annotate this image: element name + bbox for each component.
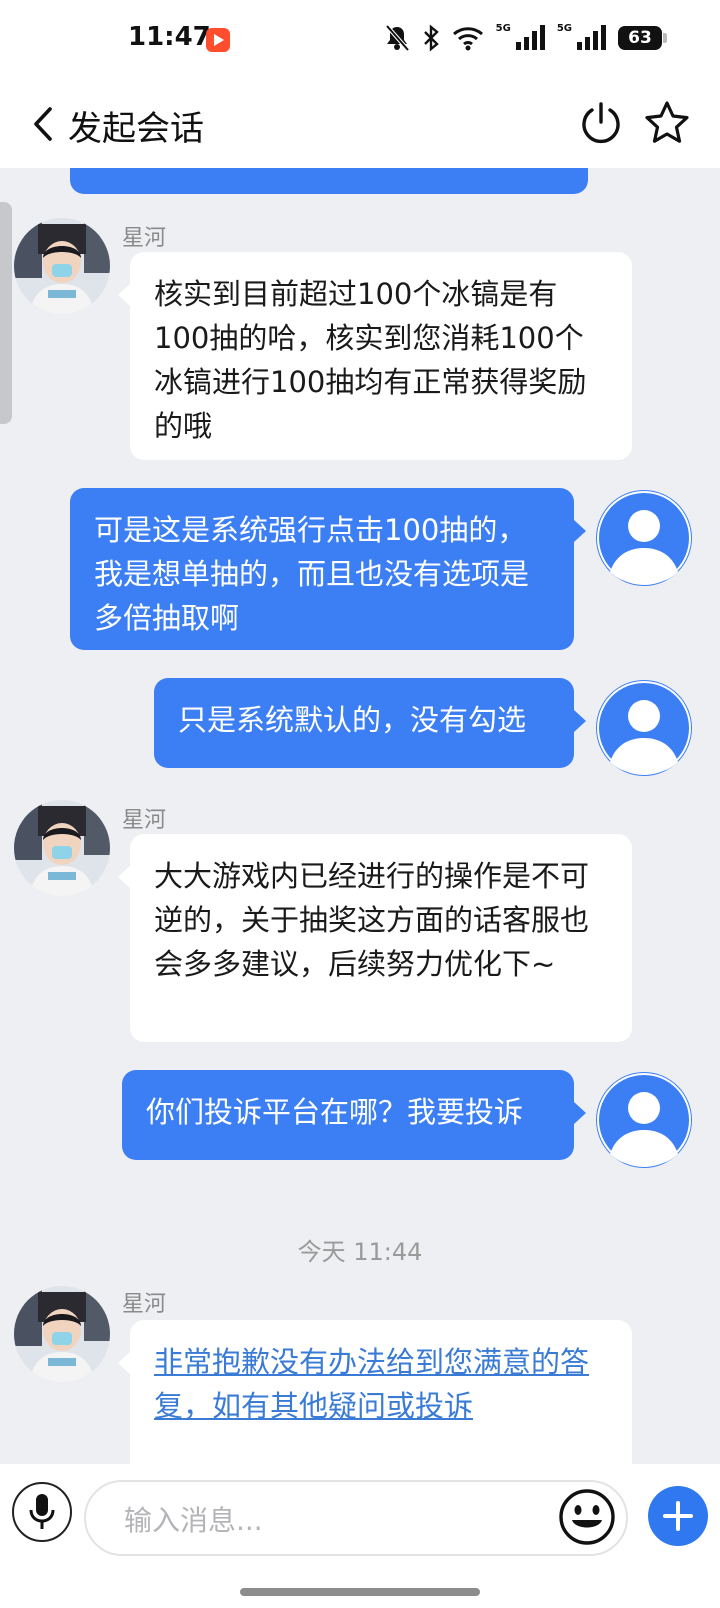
video-app-icon (206, 28, 230, 52)
bluetooth-icon (423, 24, 439, 52)
emoji-icon[interactable] (558, 1488, 616, 1546)
status-bar: 11:47 5G 5G 63 (0, 0, 720, 82)
agent-avatar[interactable] (14, 1286, 110, 1382)
microphone-icon (29, 1494, 55, 1529)
sender-name: 星河 (122, 1292, 167, 1317)
message-bubble-in[interactable]: 大大游戏内已经进行的操作是不可逆的，关于抽奖这方面的话客服也会多多建议，后续努力… (118, 834, 632, 1042)
message-text: 大大游戏内已经进行的操作是不可逆的，关于抽奖这方面的话客服也会多多建议，后续努力… (154, 859, 590, 981)
message-link[interactable]: 非常抱歉没有办法给到您满意的答复，如有其他疑问或投诉 (154, 1345, 589, 1423)
message-bubble-out[interactable]: 可是这是系统强行点击100抽的，我是想单抽的，而且也没有选项是多倍抽取啊 (70, 488, 586, 650)
page-title: 发起会话 (68, 109, 204, 149)
message-field-container (84, 1480, 628, 1556)
power-icon[interactable] (578, 100, 624, 146)
sender-name: 星河 (122, 808, 167, 833)
user-avatar[interactable] (596, 680, 692, 776)
back-icon (34, 107, 52, 141)
star-icon[interactable] (644, 100, 690, 146)
input-bar (0, 1464, 720, 1608)
message-input[interactable] (122, 1500, 526, 1540)
message-bubble-out (70, 168, 588, 194)
wifi-icon (452, 27, 483, 51)
agent-avatar[interactable] (14, 218, 110, 314)
scrollbar[interactable] (0, 202, 12, 424)
user-avatar[interactable] (596, 490, 692, 586)
app-header: 发起会话 (0, 82, 720, 168)
agent-avatar[interactable] (14, 800, 110, 896)
network-label-2: 5G (556, 22, 572, 34)
network-label-1: 5G (495, 22, 511, 34)
message-text: 你们投诉平台在哪？我要投诉 (146, 1095, 524, 1129)
signal-icon (577, 25, 606, 50)
message-bubble-out[interactable]: 你们投诉平台在哪？我要投诉 (122, 1070, 586, 1160)
add-button[interactable] (648, 1486, 708, 1546)
message-text: 核实到目前超过100个冰镐是有100抽的哈，核实到您消耗100个冰镐进行100抽… (154, 277, 587, 443)
status-icons: 5G 5G 63 (384, 22, 667, 52)
back-button[interactable] (26, 102, 60, 146)
message-timestamp: 今天 11:44 (297, 1238, 423, 1266)
message-bubble-in[interactable]: 非常抱歉没有办法给到您满意的答复，如有其他疑问或投诉 (118, 1320, 632, 1464)
chat-messages[interactable]: 星河 核实到目前超过100个冰镐是有100抽的哈，核实到您消耗100个冰镐进行1… (0, 168, 720, 1464)
mute-bell-icon (385, 24, 410, 52)
signal-icon (515, 25, 545, 50)
message-text: 只是系统默认的，没有勾选 (178, 703, 527, 737)
voice-button[interactable] (12, 1482, 72, 1542)
plus-icon (663, 1501, 693, 1531)
user-avatar[interactable] (596, 1072, 692, 1168)
status-time: 11:47 (128, 22, 211, 52)
battery-icon: 63 (618, 26, 667, 50)
message-bubble-in[interactable]: 核实到目前超过100个冰镐是有100抽的哈，核实到您消耗100个冰镐进行100抽… (118, 252, 632, 460)
message-text: 可是这是系统强行点击100抽的，我是想单抽的，而且也没有选项是多倍抽取啊 (94, 513, 530, 635)
message-bubble-out[interactable]: 只是系统默认的，没有勾选 (154, 678, 586, 768)
sender-name: 星河 (122, 226, 167, 251)
home-indicator[interactable] (240, 1588, 480, 1596)
